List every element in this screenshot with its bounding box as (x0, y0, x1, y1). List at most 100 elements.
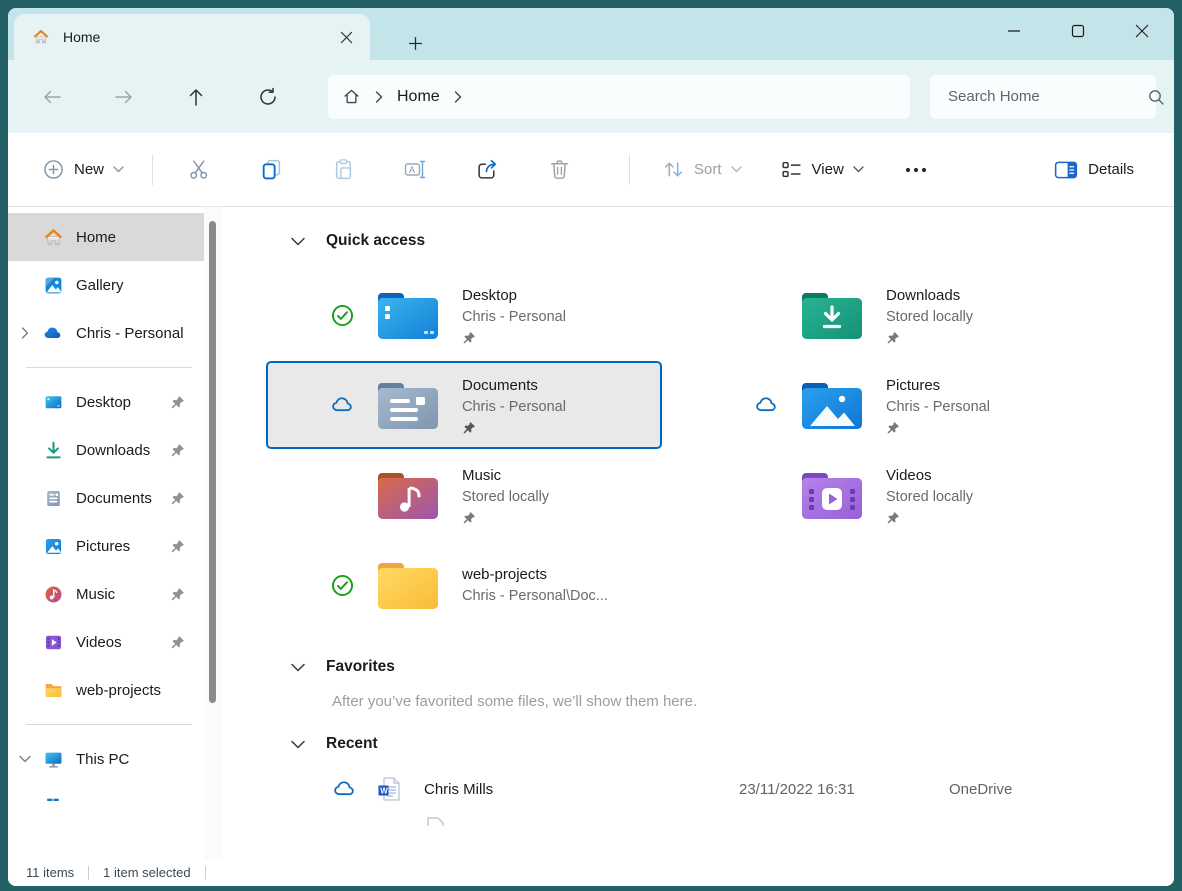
recent-file-row-partial (420, 814, 1154, 826)
breadcrumb[interactable]: Home (328, 75, 910, 119)
sidebar-item-music[interactable]: Music (8, 570, 204, 618)
back-button[interactable] (32, 77, 72, 117)
status-divider (88, 866, 89, 880)
breadcrumb-item-home[interactable]: Home (397, 88, 440, 106)
pin-icon (886, 511, 973, 525)
recent-file-row[interactable]: W Chris Mills 23/11/2022 16:31 OneDrive (266, 764, 1154, 814)
delete-button[interactable] (535, 146, 583, 194)
sidebar-item-label: This PC (76, 751, 204, 768)
file-tile-pictures[interactable]: Pictures Chris - Personal (690, 361, 1086, 449)
videos-folder-icon (800, 468, 864, 522)
files-pane: Quick access Desktop Chris - Personal (222, 207, 1174, 859)
tile-detail: Stored locally (462, 487, 549, 508)
new-button[interactable]: New (36, 150, 130, 189)
file-tile-desktop[interactable]: Desktop Chris - Personal (266, 271, 662, 359)
file-tile-music[interactable]: Music Stored locally (266, 451, 662, 539)
collapse-chevron-icon[interactable] (290, 237, 306, 246)
tile-detail: Chris - Personal (462, 397, 566, 418)
new-tab-button[interactable] (398, 28, 432, 58)
sidebar-item-downloads[interactable]: Downloads (8, 426, 204, 474)
file-tile-web-projects[interactable]: web-projects Chris - Personal\Doc... (266, 541, 662, 629)
collapse-chevron-icon[interactable] (8, 755, 42, 763)
home-icon (32, 28, 50, 46)
synced-status-icon (330, 573, 356, 598)
desktop-folder-icon (376, 288, 440, 342)
search-box[interactable] (930, 75, 1156, 119)
refresh-button[interactable] (248, 77, 288, 117)
sidebar-item-pictures[interactable]: Pictures (8, 522, 204, 570)
item-count: 11 items (26, 865, 74, 880)
music-icon (42, 583, 64, 605)
tile-detail: Stored locally (886, 307, 973, 328)
tile-name: Documents (462, 375, 566, 397)
selection-count: 1 item selected (103, 865, 190, 880)
view-button[interactable]: View (770, 150, 874, 189)
forward-button[interactable] (104, 77, 144, 117)
chevron-down-icon (113, 166, 124, 173)
sidebar-item-onedrive[interactable]: Chris - Personal (8, 309, 204, 357)
cloud-status-icon (330, 393, 356, 418)
chevron-right-icon (375, 91, 383, 103)
sidebar-item-this-pc[interactable]: This PC (8, 735, 204, 783)
file-tile-documents[interactable]: Documents Chris - Personal (266, 361, 662, 449)
copy-button[interactable] (247, 146, 295, 194)
sidebar-item-home[interactable]: Home (8, 213, 204, 261)
close-window-button[interactable] (1110, 8, 1174, 54)
sort-button[interactable]: Sort (652, 150, 752, 189)
sidebar-item-partial (8, 783, 204, 801)
status-divider (205, 866, 206, 880)
tile-name: Downloads (886, 285, 973, 307)
documents-folder-icon (376, 378, 440, 432)
pin-icon (170, 491, 194, 506)
desktop-icon (42, 391, 64, 413)
details-pane-icon (1054, 159, 1078, 181)
sidebar-item-label: Music (76, 586, 170, 603)
cut-button[interactable] (175, 146, 223, 194)
sort-button-label: Sort (694, 161, 722, 178)
file-tile-downloads[interactable]: Downloads Stored locally (690, 271, 1086, 359)
file-explorer-window: Home (8, 8, 1174, 886)
section-title: Quick access (326, 232, 425, 250)
collapse-chevron-icon[interactable] (290, 663, 306, 672)
tile-detail: Chris - Personal (462, 307, 566, 328)
tab-close-button[interactable] (332, 23, 360, 51)
minimize-button[interactable] (982, 8, 1046, 54)
details-button-label: Details (1088, 161, 1134, 178)
collapse-chevron-icon[interactable] (290, 740, 306, 749)
sidebar-item-videos[interactable]: Videos (8, 618, 204, 666)
maximize-button[interactable] (1046, 8, 1110, 54)
sidebar-item-desktop[interactable]: Desktop (8, 378, 204, 426)
sidebar-item-web-projects[interactable]: web-projects (8, 666, 204, 714)
explorer-tab-home[interactable]: Home (14, 14, 370, 60)
tile-detail: Chris - Personal (886, 397, 990, 418)
file-tile-videos[interactable]: Videos Stored locally (690, 451, 1086, 539)
window-controls (982, 8, 1174, 54)
sidebar-scrollbar[interactable] (204, 207, 222, 859)
more-options-button[interactable] (892, 146, 940, 194)
command-toolbar: New A Sort View (8, 133, 1174, 207)
pin-icon (170, 539, 194, 554)
sidebar-item-label: Chris - Personal (76, 325, 204, 342)
up-button[interactable] (176, 77, 216, 117)
toolbar-divider (152, 155, 153, 185)
paste-button[interactable] (319, 146, 367, 194)
downloads-folder-icon (800, 288, 864, 342)
status-bar: 11 items 1 item selected (8, 859, 1174, 886)
scrollbar-thumb[interactable] (209, 221, 216, 703)
synced-status-icon (330, 303, 356, 328)
tile-name: Music (462, 465, 549, 487)
expand-chevron-icon[interactable] (8, 327, 42, 339)
share-button[interactable] (463, 146, 511, 194)
breadcrumb-home-icon[interactable] (342, 87, 361, 106)
sidebar-item-documents[interactable]: Documents (8, 474, 204, 522)
view-button-label: View (812, 161, 844, 178)
rename-button[interactable]: A (391, 146, 439, 194)
gallery-icon (42, 274, 64, 296)
chevron-right-icon[interactable] (454, 91, 462, 103)
tile-detail: Stored locally (886, 487, 973, 508)
search-input[interactable] (948, 88, 1147, 105)
recent-file-location: OneDrive (949, 781, 1012, 798)
details-pane-button[interactable]: Details (1044, 151, 1144, 189)
sidebar-item-label: Desktop (76, 394, 170, 411)
sidebar-item-gallery[interactable]: Gallery (8, 261, 204, 309)
